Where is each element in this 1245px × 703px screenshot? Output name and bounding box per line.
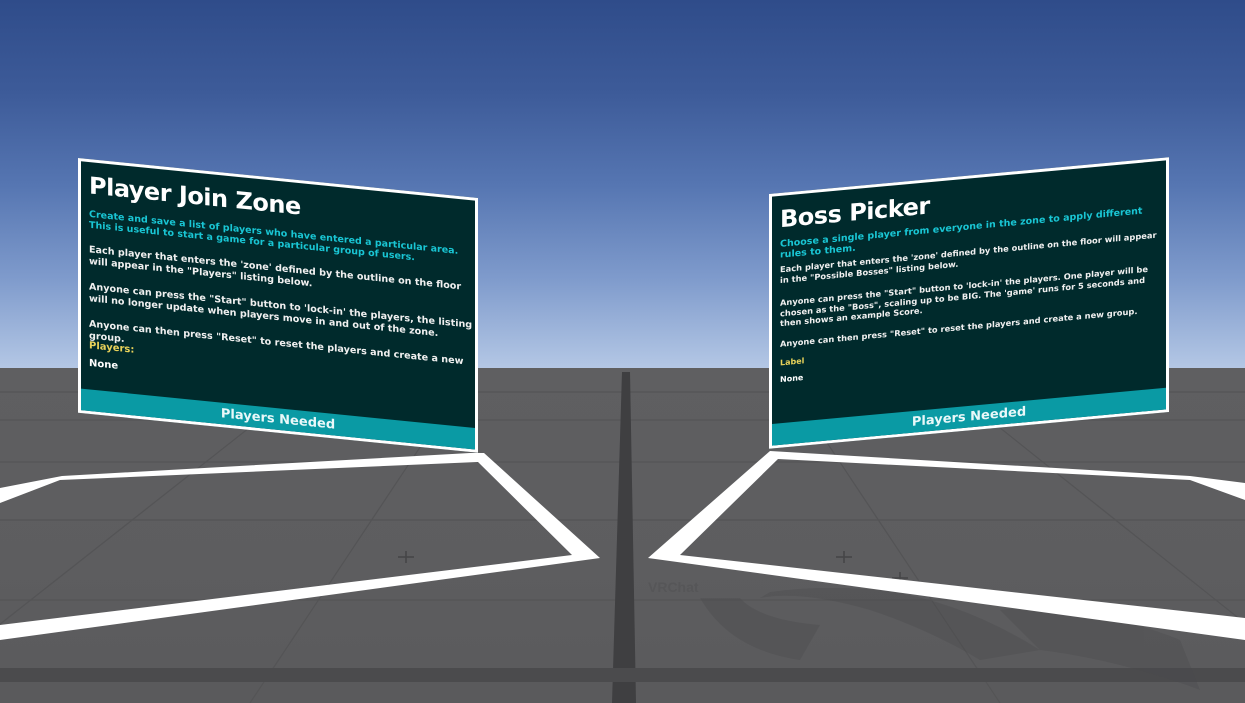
bosses-label: Label xyxy=(780,356,805,368)
svg-text:VRChat: VRChat xyxy=(648,579,699,595)
boss-picker-panel: Boss Picker Choose a single player from … xyxy=(769,157,1169,449)
bosses-value: None xyxy=(780,373,804,385)
players-value: None xyxy=(89,358,119,372)
player-join-zone-panel: Player Join Zone Create and save a list … xyxy=(78,158,478,453)
zone-outline-left xyxy=(0,453,600,640)
